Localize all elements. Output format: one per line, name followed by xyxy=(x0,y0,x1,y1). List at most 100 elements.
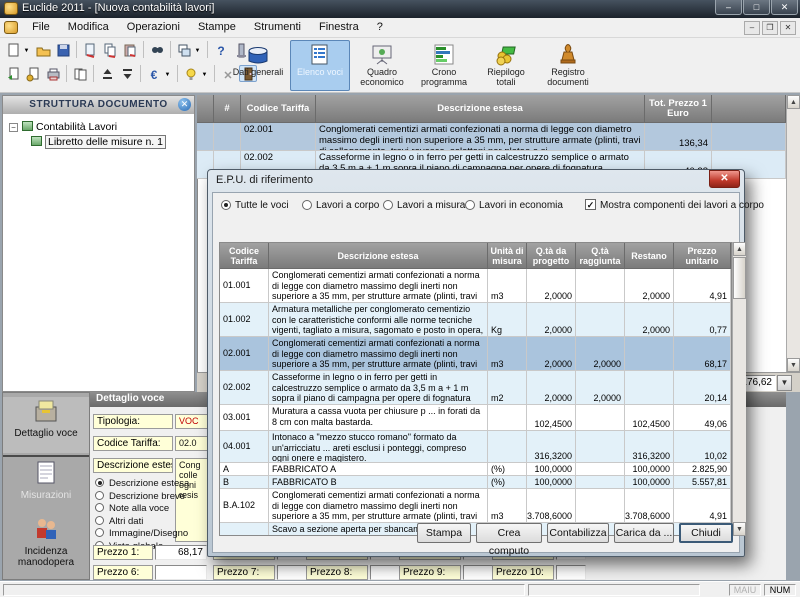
dropdown-arrow-icon[interactable]: ▼ xyxy=(193,45,202,55)
move-up-icon[interactable] xyxy=(98,65,116,82)
epu-table-row[interactable]: 02.001Conglomerati cementizi armati conf… xyxy=(220,337,731,371)
row-cell[interactable] xyxy=(712,123,786,151)
row-description[interactable]: Conglomerati cementizi armati confeziona… xyxy=(316,123,645,151)
new-document-icon[interactable] xyxy=(4,41,22,58)
pages-icon[interactable] xyxy=(71,65,89,82)
dropdown-arrow-icon[interactable]: ▼ xyxy=(200,69,209,79)
epu-table-row[interactable]: 03.001Muratura a cassa vuota per chiusur… xyxy=(220,405,731,431)
main-table-scrollbar[interactable]: ▲ ▼ xyxy=(786,95,800,372)
dialog-close-button[interactable]: ✕ xyxy=(709,170,740,188)
lamp-icon[interactable] xyxy=(182,65,200,82)
find-icon[interactable] xyxy=(148,41,166,58)
column-header[interactable]: # xyxy=(214,95,241,123)
row-code[interactable]: 02.001 xyxy=(241,123,316,151)
tree-item[interactable]: Libretto delle misure n. 1 xyxy=(29,136,166,148)
detail-view-radio[interactable] xyxy=(95,491,104,500)
epu-table-row[interactable]: 02.002Casseforme in legno o in ferro per… xyxy=(220,371,731,405)
epu-column-header[interactable]: Q.tà raggiunta xyxy=(576,243,625,269)
cut-icon[interactable] xyxy=(81,41,99,58)
dialog-button-creacomputo[interactable]: Crea computo xyxy=(476,523,542,543)
toolbar-riepilogo-totali[interactable]: Riepilogo totali xyxy=(476,40,536,91)
prezzo-input[interactable] xyxy=(277,565,307,580)
detail-view-radio[interactable] xyxy=(95,503,104,512)
epu-table-row[interactable]: 01.001Conglomerati cementizi armati conf… xyxy=(220,269,731,303)
show-components-checkbox[interactable]: ✓ xyxy=(585,199,596,210)
epu-column-header[interactable]: Prezzo unitario xyxy=(674,243,731,269)
import-icon[interactable] xyxy=(4,65,22,82)
scroll-up-icon[interactable]: ▲ xyxy=(733,242,746,256)
tree-item[interactable]: −Contabilità Lavori xyxy=(9,121,166,133)
prezzo-input[interactable]: 68,17 xyxy=(155,545,207,560)
epu-table-scrollbar[interactable]: ▲ ▼ xyxy=(732,242,746,536)
column-header[interactable] xyxy=(197,95,214,123)
dialog-button-stampa[interactable]: Stampa xyxy=(417,523,471,543)
dialog-filter-radio[interactable] xyxy=(465,200,475,210)
epu-column-header[interactable]: Q.tà da progetto xyxy=(527,243,576,269)
dialog-button-chiudi[interactable]: Chiudi xyxy=(679,523,733,543)
prezzo-input[interactable] xyxy=(556,565,586,580)
toolbar-registro-documenti[interactable]: Registro documenti xyxy=(538,40,598,91)
window-arrange-icon[interactable] xyxy=(175,41,193,58)
detail-view-radio[interactable] xyxy=(95,478,104,487)
epu-table-row[interactable]: 04.001Intonaco a "mezzo stucco romano" f… xyxy=(220,431,731,463)
maximize-button[interactable]: □ xyxy=(743,0,770,15)
detail-field-value[interactable]: VOC xyxy=(175,414,209,429)
menu-strumenti[interactable]: Strumenti xyxy=(245,18,310,38)
total-combo-arrow-icon[interactable]: ▼ xyxy=(777,375,792,391)
sidebar-item-incidenza-manodopera[interactable]: Incidenza manodopera xyxy=(3,515,89,577)
column-header[interactable]: Descrizione estesa xyxy=(316,95,645,123)
copy-icon[interactable] xyxy=(101,41,119,58)
scrollbar-thumb[interactable] xyxy=(733,257,746,299)
dialog-button-contabilizza[interactable]: Contabilizza xyxy=(547,523,609,543)
menu-operazioni[interactable]: Operazioni xyxy=(118,18,189,38)
row-cell[interactable] xyxy=(214,123,241,151)
euro-icon[interactable]: € xyxy=(145,65,163,82)
sidebar-item-dettaglio-voce[interactable]: Dettaglio voce xyxy=(3,397,89,453)
dialog-filter-radio[interactable] xyxy=(383,200,393,210)
column-header[interactable]: Tot. Prezzo 1 Euro xyxy=(645,95,712,123)
toolbar-quadro-economico[interactable]: Quadro economico xyxy=(352,40,412,91)
dialog-button-caricada[interactable]: Carica da ... xyxy=(614,523,674,543)
detail-view-radio[interactable] xyxy=(95,528,104,537)
paste-icon[interactable] xyxy=(121,41,139,58)
detail-field-value[interactable]: 02.0 xyxy=(175,436,209,451)
move-down-icon[interactable] xyxy=(118,65,136,82)
expander-icon[interactable]: − xyxy=(9,123,18,132)
mdi-restore-button[interactable]: ❐ xyxy=(762,21,778,35)
epu-column-header[interactable]: Unità di misura xyxy=(488,243,527,269)
dialog-filter-radio[interactable] xyxy=(221,200,231,210)
toolbar-crono-programma[interactable]: Crono programma xyxy=(414,40,474,91)
column-header[interactable]: Codice Tariffa xyxy=(241,95,316,123)
open-file-icon[interactable] xyxy=(34,41,52,58)
close-button[interactable]: ✕ xyxy=(771,0,798,15)
menu-file[interactable]: File xyxy=(23,18,59,38)
scroll-up-icon[interactable]: ▲ xyxy=(787,95,800,109)
dropdown-arrow-icon[interactable]: ▼ xyxy=(22,45,31,55)
dialog-filter-radio[interactable] xyxy=(302,200,312,210)
print-icon[interactable] xyxy=(44,65,62,82)
detail-view-radio[interactable] xyxy=(95,516,104,525)
scroll-down-icon[interactable]: ▼ xyxy=(733,522,746,536)
save-icon[interactable] xyxy=(54,41,72,58)
toolbar-elenco-voci[interactable]: Elenco voci xyxy=(290,40,350,91)
epu-column-header[interactable]: Restano xyxy=(625,243,674,269)
epu-column-header[interactable]: Descrizione estesa xyxy=(269,243,488,269)
mdi-close-button[interactable]: ✕ xyxy=(780,21,796,35)
menu-finestra[interactable]: Finestra xyxy=(310,18,368,38)
row-cell[interactable] xyxy=(197,123,214,151)
menu-stampe[interactable]: Stampe xyxy=(189,18,245,38)
prezzo-input[interactable] xyxy=(155,565,207,580)
menu-modifica[interactable]: Modifica xyxy=(59,18,118,38)
dropdown-arrow-icon[interactable]: ▼ xyxy=(163,69,172,79)
epu-table-row[interactable]: AFABBRICATO A(%)100,0000100,00002.825,90 xyxy=(220,463,731,476)
prezzo-input[interactable] xyxy=(463,565,493,580)
menu-[interactable]: ? xyxy=(368,18,392,38)
epu-table-row[interactable]: B.A.102Conglomerati cementizi armati con… xyxy=(220,489,731,523)
epu-table-row[interactable]: 01.002Armatura metalliche per conglomera… xyxy=(220,303,731,337)
export-icon[interactable] xyxy=(24,65,42,82)
row-price[interactable]: 136,34 xyxy=(645,123,712,151)
column-header[interactable] xyxy=(712,95,786,123)
mdi-minimize-button[interactable]: – xyxy=(744,21,760,35)
toolbar-dati-generali[interactable]: Dati generali xyxy=(228,40,288,91)
minimize-button[interactable]: – xyxy=(715,0,742,15)
